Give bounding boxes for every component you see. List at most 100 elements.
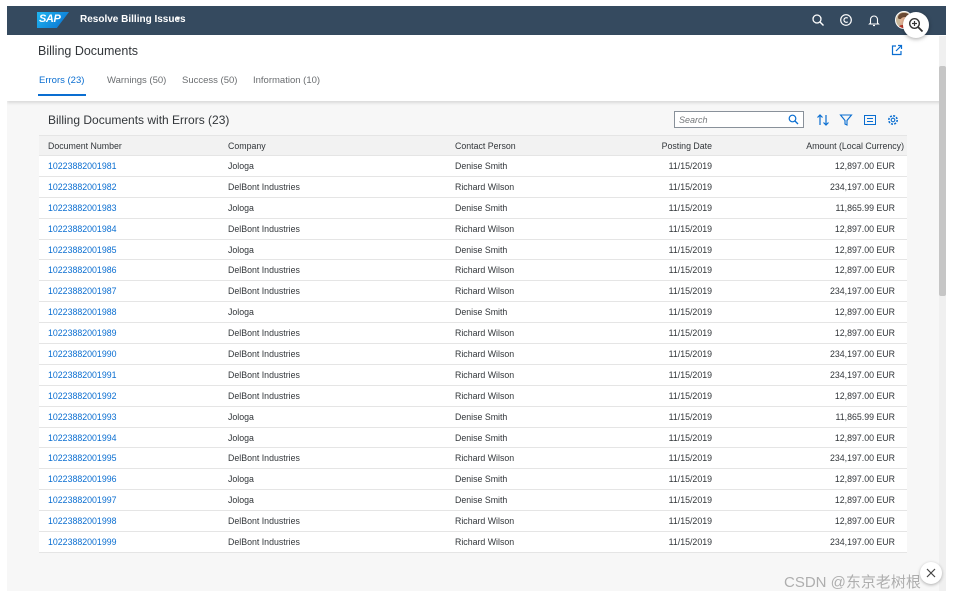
tab-success[interactable]: Success (50): [182, 75, 237, 86]
contact-person-cell: Denise Smith: [455, 411, 508, 422]
contact-person-cell: Richard Wilson: [455, 349, 515, 360]
search-icon[interactable]: [811, 13, 825, 27]
document-number-link[interactable]: 10223882001998: [48, 516, 117, 526]
document-number-link[interactable]: 10223882001984: [48, 224, 117, 234]
company-cell: Jologa: [228, 244, 254, 255]
contact-person-cell: Denise Smith: [455, 244, 508, 255]
column-header-amount[interactable]: Amount (Local Currency): [806, 141, 904, 151]
document-number-link[interactable]: 10223882001992: [48, 391, 117, 401]
document-number-link[interactable]: 10223882001988: [48, 307, 117, 317]
column-header-posting-date[interactable]: Posting Date: [662, 141, 712, 151]
tab-warnings[interactable]: Warnings (50): [107, 75, 166, 86]
table-row[interactable]: 10223882001988 Jologa Denise Smith 11/15/20…: [39, 302, 907, 324]
table-header-row: Document Number Company Contact Person P…: [39, 135, 907, 156]
document-number-link[interactable]: 10223882001993: [48, 412, 117, 422]
tab-information[interactable]: Information (10): [253, 75, 320, 86]
collapse-button[interactable]: [920, 562, 942, 584]
app-title[interactable]: Resolve Billing Issues: [80, 14, 186, 25]
posting-date-cell: 11/15/2019: [668, 453, 712, 464]
document-number-link[interactable]: 10223882001983: [48, 203, 117, 213]
amount-cell: 11,865.99 EUR: [835, 202, 896, 213]
table-row[interactable]: 10223882001981 Jologa Denise Smith 11/15/20…: [39, 156, 907, 177]
company-cell: DelBont Industries: [228, 181, 300, 192]
notification-bell-icon[interactable]: [867, 13, 881, 27]
table-row[interactable]: 10223882001983 Jologa Denise Smith 11/15/20…: [39, 197, 907, 219]
document-number-link[interactable]: 10223882001994: [48, 433, 117, 443]
share-icon[interactable]: [890, 43, 904, 57]
billing-documents-table: Document Number Company Contact Person P…: [39, 135, 907, 553]
table-row[interactable]: 10223882001991 DelBont Industries Richard …: [39, 364, 907, 386]
document-number-link[interactable]: 10223882001991: [48, 370, 117, 380]
table-row[interactable]: 10223882001996 Jologa Denise Smith 11/15/20…: [39, 469, 907, 491]
vertical-scrollbar[interactable]: [939, 36, 946, 591]
company-cell: DelBont Industries: [228, 369, 300, 380]
app-menu-caret-icon[interactable]: ▾: [176, 14, 180, 23]
posting-date-cell: 11/15/2019: [668, 495, 712, 506]
table-row[interactable]: 10223882001999 DelBont Industries Richard …: [39, 532, 907, 553]
shell-bar: SAP Resolve Billing Issues ▾: [7, 6, 946, 35]
sort-icon[interactable]: [816, 113, 830, 127]
search-icon[interactable]: [788, 114, 799, 125]
posting-date-cell: 11/15/2019: [668, 286, 712, 297]
company-cell: Jologa: [228, 202, 254, 213]
sap-logo[interactable]: SAP: [37, 12, 69, 28]
settings-icon[interactable]: [886, 113, 900, 127]
object-page-header: Billing Documents Errors (23) Warnings (…: [7, 35, 946, 101]
company-cell: Jologa: [228, 411, 254, 422]
table-row[interactable]: 10223882001990 DelBont Industries Richard …: [39, 344, 907, 365]
document-number-link[interactable]: 10223882001999: [48, 537, 117, 547]
document-number-link[interactable]: 10223882001989: [48, 328, 117, 338]
table-title: Billing Documents with Errors (23): [48, 113, 230, 127]
table-row[interactable]: 10223882001984 DelBont Industries Richard …: [39, 218, 907, 240]
contact-person-cell: Richard Wilson: [455, 181, 515, 192]
posting-date-cell: 11/15/2019: [668, 307, 712, 318]
document-number-link[interactable]: 10223882001996: [48, 474, 117, 484]
table-row[interactable]: 10223882001982 DelBont Industries Richard …: [39, 176, 907, 198]
amount-cell: 12,897.00 EUR: [834, 244, 895, 255]
document-number-link[interactable]: 10223882001986: [48, 265, 117, 275]
company-cell: Jologa: [228, 161, 254, 171]
zoom-in-button[interactable]: [903, 12, 929, 38]
document-number-link[interactable]: 10223882001982: [48, 182, 117, 192]
table-row[interactable]: 10223882001985 Jologa Denise Smith 11/15/20…: [39, 239, 907, 261]
help-icon[interactable]: [839, 13, 853, 27]
company-cell: DelBont Industries: [228, 265, 300, 276]
column-header-document-number[interactable]: Document Number: [48, 141, 122, 151]
contact-person-cell: Richard Wilson: [455, 516, 515, 527]
page-title: Billing Documents: [38, 44, 139, 58]
table-row[interactable]: 10223882001994 Jologa Denise Smith 11/15/20…: [39, 427, 907, 449]
table-row[interactable]: 10223882001987 DelBont Industries Richard …: [39, 281, 907, 303]
table-row[interactable]: 10223882001995 DelBont Industries Richard …: [39, 448, 907, 470]
document-number-link[interactable]: 10223882001990: [48, 349, 117, 359]
amount-cell: 234,197.00 EUR: [829, 453, 895, 464]
document-number-link[interactable]: 10223882001987: [48, 286, 117, 296]
document-number-link[interactable]: 10223882001981: [48, 161, 117, 171]
scrollbar-thumb[interactable]: [939, 66, 946, 296]
column-header-company[interactable]: Company: [228, 141, 266, 151]
table-row[interactable]: 10223882001998 DelBont Industries Richard …: [39, 511, 907, 533]
table-row[interactable]: 10223882001997 Jologa Denise Smith 11/15/20…: [39, 490, 907, 512]
document-number-link[interactable]: 10223882001995: [48, 453, 117, 463]
amount-cell: 12,897.00 EUR: [834, 495, 895, 506]
table-row[interactable]: 10223882001986 DelBont Industries Richard …: [39, 260, 907, 282]
document-number-link[interactable]: 10223882001985: [48, 245, 117, 255]
posting-date-cell: 11/15/2019: [668, 202, 712, 213]
company-cell: DelBont Industries: [228, 223, 300, 234]
filter-icon[interactable]: [839, 113, 853, 127]
table-row[interactable]: 10223882001989 DelBont Industries Richard …: [39, 323, 907, 345]
search-field[interactable]: [674, 111, 804, 128]
posting-date-cell: 11/15/2019: [668, 411, 712, 422]
column-header-contact-person[interactable]: Contact Person: [455, 141, 516, 151]
document-number-link[interactable]: 10223882001997: [48, 495, 117, 505]
amount-cell: 12,897.00 EUR: [834, 516, 895, 527]
tab-errors[interactable]: Errors (23): [39, 75, 84, 86]
table-row[interactable]: 10223882001993 Jologa Denise Smith 11/15/20…: [39, 406, 907, 428]
posting-date-cell: 11/15/2019: [668, 516, 712, 527]
posting-date-cell: 11/15/2019: [668, 265, 712, 276]
collapse-arrows-icon: [926, 568, 936, 578]
search-input[interactable]: [679, 114, 779, 126]
amount-cell: 12,897.00 EUR: [834, 223, 895, 234]
group-icon[interactable]: [863, 113, 877, 127]
company-cell: DelBont Industries: [228, 516, 300, 527]
table-row[interactable]: 10223882001992 DelBont Industries Richard …: [39, 385, 907, 407]
